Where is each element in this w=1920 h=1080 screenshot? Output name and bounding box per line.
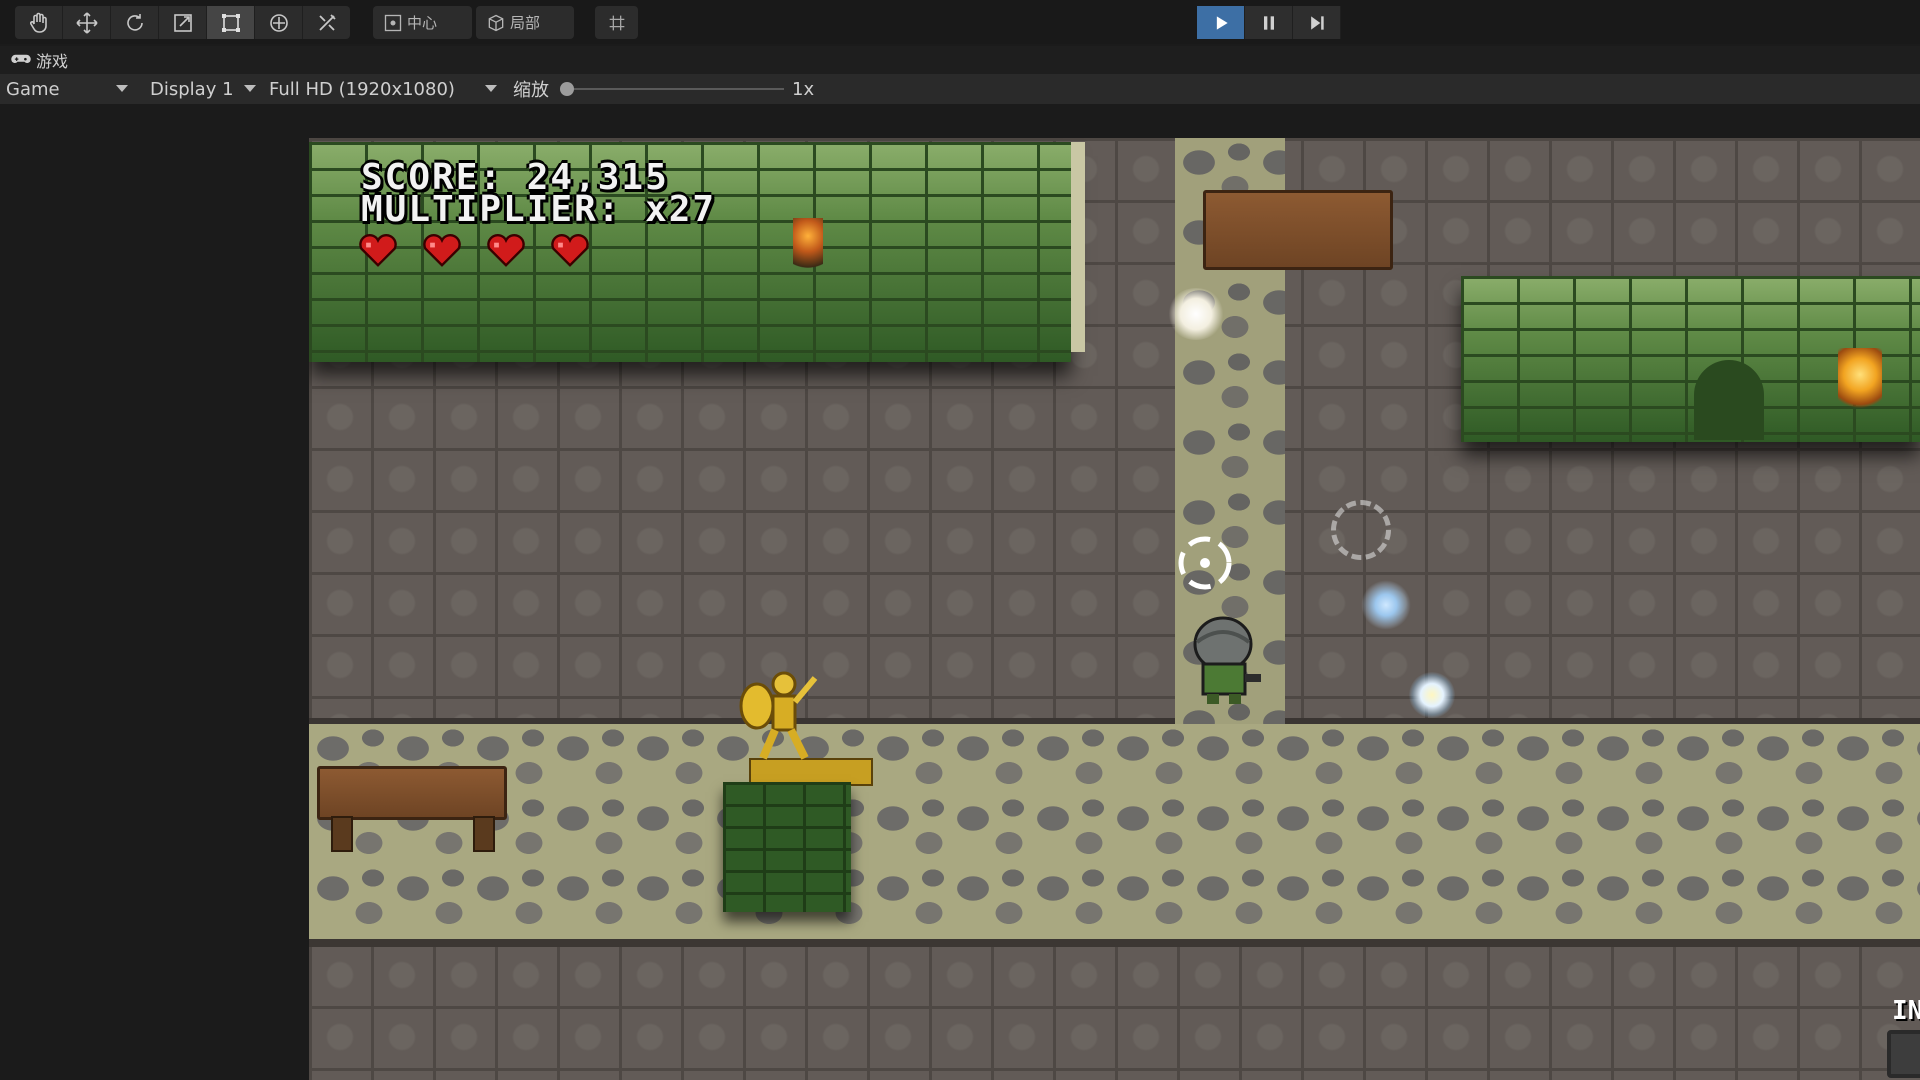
heart-icon <box>359 234 397 267</box>
hud-multiplier: MULTIPLIER: x27 <box>361 189 717 230</box>
step-button[interactable] <box>1293 6 1341 39</box>
pause-button[interactable] <box>1245 6 1293 39</box>
player-character <box>1193 616 1261 704</box>
move-icon <box>75 11 98 34</box>
bench-leg <box>331 816 353 852</box>
hud-corner-panel <box>1887 1030 1920 1078</box>
scale-label: 缩放 <box>513 80 549 101</box>
scale-slider-track[interactable] <box>564 88 784 90</box>
pause-icon <box>1263 15 1274 30</box>
transform-tools-group <box>15 6 350 39</box>
game-view-toolbar: Game Display 1 Full HD (1920x1080) 缩放 1x <box>0 74 1920 104</box>
hud-corner-text: IN <box>1892 996 1920 1026</box>
local-space-icon <box>488 14 504 31</box>
scene-toolbar: 中心 局部 <box>0 0 1920 44</box>
view-mode-value: Game <box>6 78 60 100</box>
cobblestone-path <box>309 724 1920 939</box>
rotate-tool-button[interactable] <box>111 6 159 39</box>
path-edge <box>309 939 1920 947</box>
resolution-dropdown[interactable]: Full HD (1920x1080) <box>263 74 503 104</box>
game-render[interactable]: SCORE: 24,315 MULTIPLIER: x27 IN <box>309 138 1920 1080</box>
crosshair-icon <box>1178 536 1232 590</box>
pivot-local-label: 局部 <box>510 14 541 32</box>
pivot-center-icon <box>384 14 402 31</box>
hand-tool-button[interactable] <box>15 6 63 39</box>
chevron-down-icon <box>485 85 497 92</box>
grid-snap-button[interactable] <box>595 6 638 39</box>
wooden-bench-left <box>317 766 507 820</box>
chevron-down-icon <box>244 85 256 92</box>
chevron-down-icon <box>116 85 128 92</box>
scale-icon <box>173 13 192 32</box>
wall-arch <box>1694 360 1764 440</box>
resolution-value: Full HD (1920x1080) <box>269 78 455 100</box>
rotate-icon <box>126 13 143 31</box>
wall-edge <box>1071 142 1085 352</box>
heart-icon <box>551 234 589 267</box>
wooden-bench-top <box>1203 190 1393 270</box>
light-burst <box>1167 288 1225 340</box>
grid-snap-icon <box>609 15 624 30</box>
pivot-local-toggle[interactable]: 局部 <box>476 6 574 39</box>
scale-tool-button[interactable] <box>159 6 207 39</box>
rect-tool-button[interactable] <box>207 6 255 39</box>
rect-icon <box>221 13 240 32</box>
pivot-center-toggle[interactable]: 中心 <box>373 6 472 39</box>
tools-icon <box>318 13 336 31</box>
game-viewport: SCORE: 24,315 MULTIPLIER: x27 IN <box>0 104 1920 1080</box>
play-icon <box>1216 15 1228 30</box>
scale-value: 1x <box>792 78 815 100</box>
play-button[interactable] <box>1197 6 1245 39</box>
ghost-ring <box>1331 500 1391 560</box>
hand-icon <box>29 12 47 33</box>
custom-tool-button[interactable] <box>303 6 350 39</box>
step-icon <box>1310 15 1324 30</box>
heart-icon <box>487 234 525 267</box>
playmode-controls <box>1197 6 1341 39</box>
magic-orb <box>1361 580 1411 630</box>
display-dropdown[interactable]: Display 1 <box>144 74 262 104</box>
game-tab-label: 游戏 <box>36 52 69 71</box>
transform-tool-button[interactable] <box>255 6 303 39</box>
scale-slider-thumb[interactable] <box>560 82 574 96</box>
gamepad-icon <box>11 54 31 63</box>
golden-knight-statue <box>739 671 818 760</box>
view-mode-dropdown[interactable]: Game <box>0 74 134 104</box>
move-tool-button[interactable] <box>63 6 111 39</box>
display-value: Display 1 <box>150 78 234 100</box>
torch-left <box>793 218 823 278</box>
magic-orb <box>1409 672 1455 718</box>
game-tab[interactable]: 游戏 <box>0 46 1920 74</box>
hud-hearts <box>359 232 589 270</box>
statue-pedestal <box>723 782 851 912</box>
bench-leg <box>473 816 495 852</box>
heart-icon <box>423 234 461 267</box>
torch-right <box>1838 348 1882 424</box>
pivot-center-label: 中心 <box>407 14 438 32</box>
transform-icon <box>269 13 288 32</box>
